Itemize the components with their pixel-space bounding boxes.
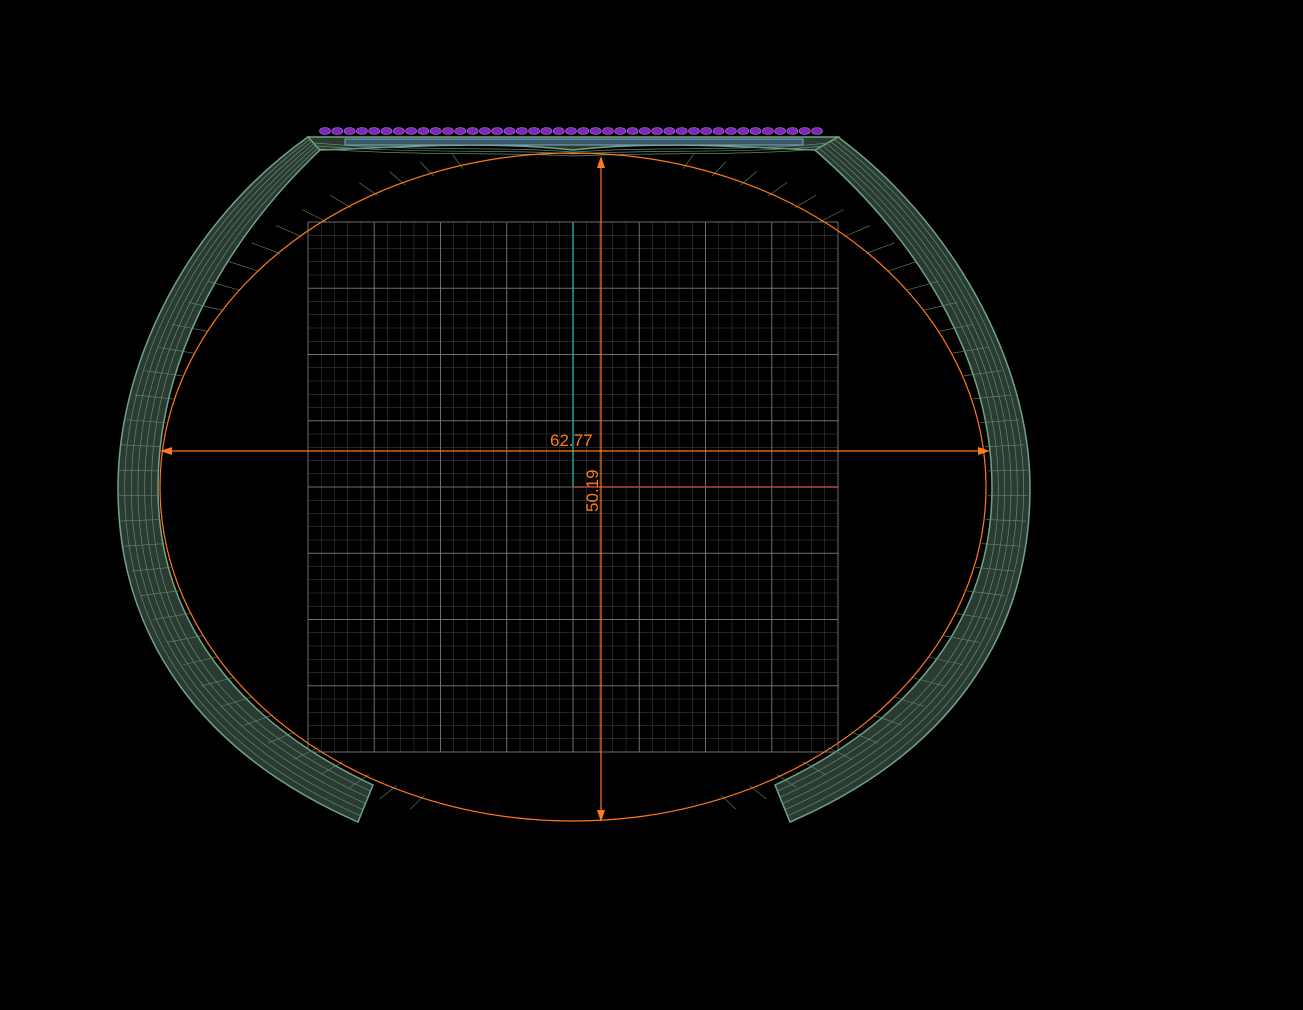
ring-shank-right [774, 136, 1031, 823]
gem-channel [344, 138, 804, 146]
ring-wireframe-right [682, 138, 1028, 817]
gem-row-icon[interactable] [319, 127, 823, 135]
ring-band[interactable] [117, 127, 1031, 823]
width-dimension[interactable]: 62.77 [160, 431, 990, 455]
width-dimension-label: 62.77 [550, 431, 593, 450]
arrow-up-icon [597, 156, 605, 168]
height-dimension-label: 50.19 [583, 469, 602, 512]
ring-wireframe-left [118, 138, 464, 817]
cad-viewport[interactable]: 62.77 50.19 [0, 0, 1303, 1010]
